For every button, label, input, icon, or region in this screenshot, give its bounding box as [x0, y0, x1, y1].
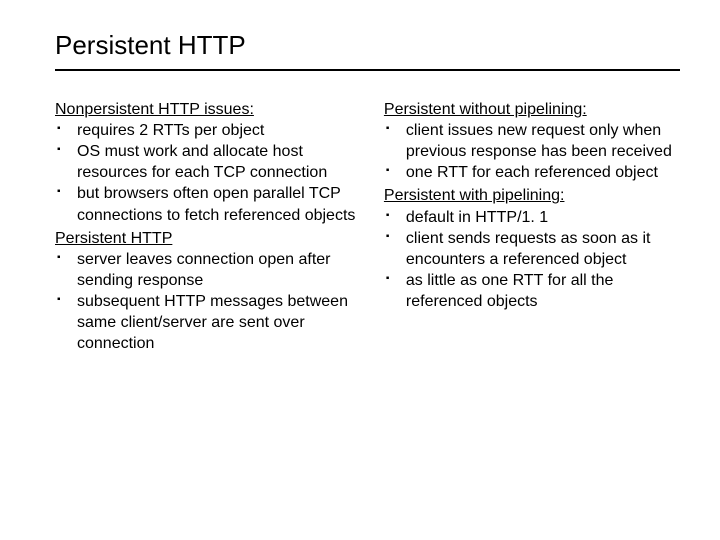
title-rule	[55, 69, 680, 71]
section-heading: Nonpersistent HTTP issues:	[55, 99, 366, 120]
bullet-list: requires 2 RTTs per object OS must work …	[55, 120, 366, 226]
list-item: one RTT for each referenced object	[384, 162, 680, 183]
section-heading: Persistent HTTP	[55, 228, 366, 249]
section-heading: Persistent without pipelining:	[384, 99, 680, 120]
list-item: client sends requests as soon as it enco…	[384, 228, 680, 270]
list-item: server leaves connection open after send…	[55, 249, 366, 291]
right-column: Persistent without pipelining: client is…	[384, 99, 680, 356]
bullet-list: default in HTTP/1. 1 client sends reques…	[384, 207, 680, 313]
list-item: client issues new request only when prev…	[384, 120, 680, 162]
list-item: OS must work and allocate host resources…	[55, 141, 366, 183]
section-heading: Persistent with pipelining:	[384, 185, 680, 206]
slide-title: Persistent HTTP	[55, 30, 680, 61]
list-item: subsequent HTTP messages between same cl…	[55, 291, 366, 354]
bullet-list: client issues new request only when prev…	[384, 120, 680, 183]
bullet-list: server leaves connection open after send…	[55, 249, 366, 355]
slide: Persistent HTTP Nonpersistent HTTP issue…	[0, 0, 720, 540]
content-columns: Nonpersistent HTTP issues: requires 2 RT…	[55, 99, 680, 356]
list-item: as little as one RTT for all the referen…	[384, 270, 680, 312]
list-item: but browsers often open parallel TCP con…	[55, 183, 366, 225]
list-item: requires 2 RTTs per object	[55, 120, 366, 141]
left-column: Nonpersistent HTTP issues: requires 2 RT…	[55, 99, 366, 356]
list-item: default in HTTP/1. 1	[384, 207, 680, 228]
